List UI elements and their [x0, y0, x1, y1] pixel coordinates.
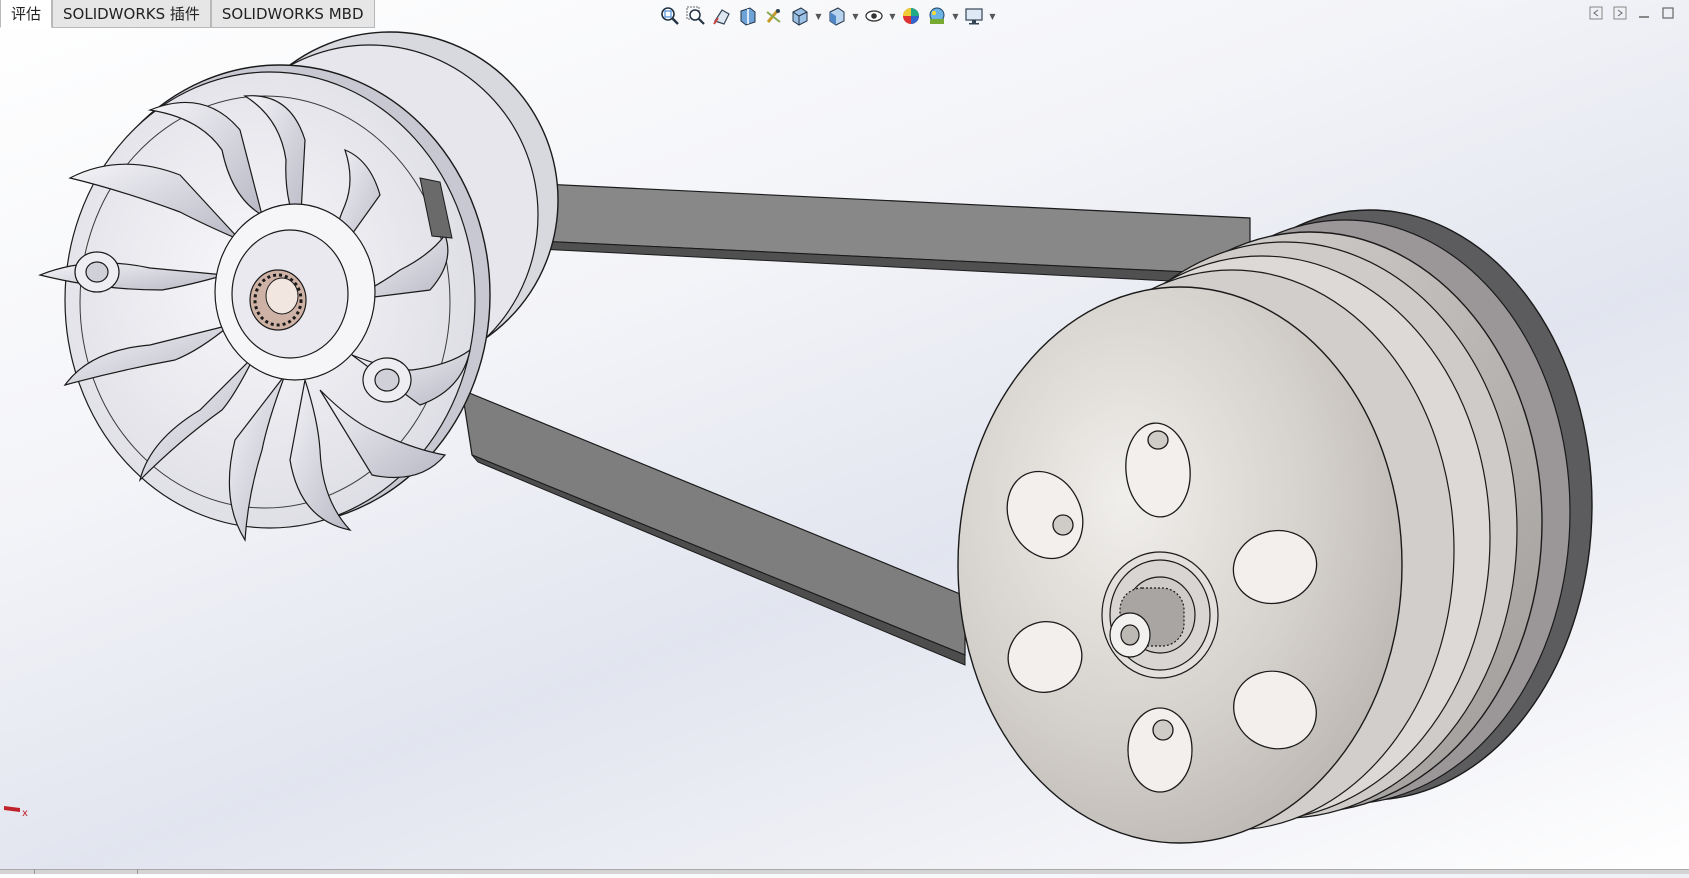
dynamic-annotation-views-icon[interactable]	[762, 4, 786, 28]
display-style-dropdown[interactable]: ▼	[851, 4, 860, 28]
zoom-to-area-icon[interactable]	[684, 4, 708, 28]
minimize-icon[interactable]	[1637, 6, 1651, 20]
collapse-left-icon[interactable]	[1589, 6, 1603, 20]
splined-bore	[249, 269, 307, 331]
apply-scene-icon[interactable]	[925, 4, 949, 28]
apply-scene-dropdown[interactable]: ▼	[951, 4, 960, 28]
triad-x-label: x	[22, 808, 28, 819]
view-orientation-dropdown[interactable]: ▼	[814, 4, 823, 28]
status-bar	[0, 869, 1689, 874]
fan-pulley[interactable]	[38, 31, 559, 542]
view-settings-dropdown[interactable]: ▼	[988, 4, 997, 28]
maximize-icon[interactable]	[1661, 6, 1675, 20]
heads-up-view-toolbar: ▼ ▼ ▼ ▼ ▼	[658, 4, 997, 28]
command-manager-tabs: 评估 SOLIDWORKS 插件 SOLIDWORKS MBD	[0, 0, 375, 29]
section-view-icon[interactable]	[736, 4, 760, 28]
zoom-to-fit-icon[interactable]	[658, 4, 682, 28]
clutch-bell[interactable]	[957, 209, 1593, 844]
viewport-window-controls	[1589, 6, 1675, 20]
hide-show-items-icon[interactable]	[862, 4, 886, 28]
previous-view-icon[interactable]	[710, 4, 734, 28]
tab-solidworks-addins[interactable]: SOLIDWORKS 插件	[52, 0, 211, 28]
view-settings-icon[interactable]	[962, 4, 986, 28]
reference-triad: x	[2, 800, 32, 820]
tab-evaluate[interactable]: 评估	[0, 0, 53, 28]
collapse-right-icon[interactable]	[1613, 6, 1627, 20]
edit-appearance-icon[interactable]	[899, 4, 923, 28]
hide-show-items-dropdown[interactable]: ▼	[888, 4, 897, 28]
graphics-area[interactable]	[0, 0, 1689, 874]
display-style-icon[interactable]	[825, 4, 849, 28]
view-orientation-icon[interactable]	[788, 4, 812, 28]
model-view[interactable]	[0, 0, 1689, 874]
tab-solidworks-mbd[interactable]: SOLIDWORKS MBD	[210, 0, 375, 28]
clutch-hub	[1101, 551, 1219, 679]
